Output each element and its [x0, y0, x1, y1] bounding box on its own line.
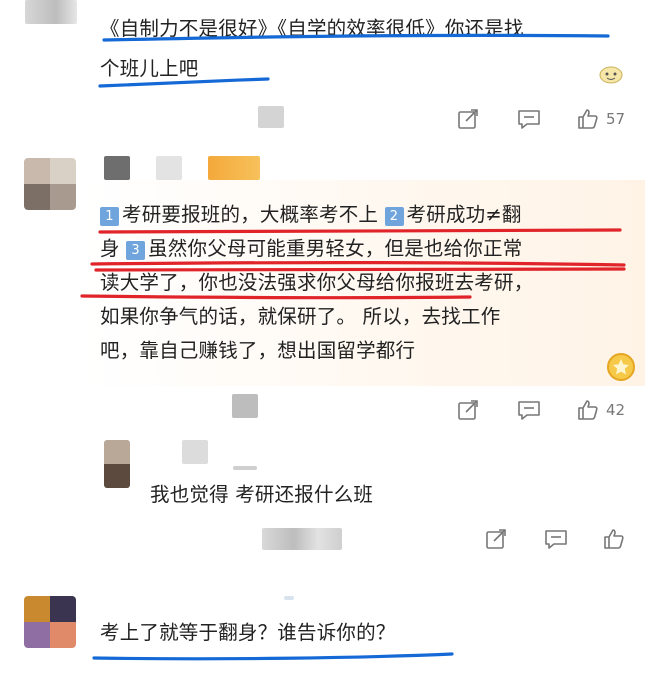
- reply-button[interactable]: [517, 399, 541, 421]
- share-icon: [458, 400, 478, 420]
- blurred-username: [232, 394, 258, 418]
- blurred-username: [182, 440, 208, 464]
- comment-icon: [518, 401, 540, 420]
- comment-icon: [545, 530, 567, 549]
- blurred-username: [233, 466, 257, 470]
- thumbs-up-icon: [578, 400, 598, 420]
- share-icon: [486, 529, 506, 549]
- share-button[interactable]: [485, 528, 507, 550]
- like-button[interactable]: 42: [576, 398, 625, 422]
- award-badge-icon: [606, 352, 636, 386]
- thumbs-up-icon: [604, 529, 624, 549]
- comment-3-text: 我也觉得 考研还报什么班: [150, 483, 374, 506]
- blurred-username: [262, 528, 342, 550]
- blue-underline-annotation: [92, 652, 454, 661]
- share-button[interactable]: [457, 399, 479, 421]
- like-count: 42: [606, 401, 626, 419]
- like-button[interactable]: [602, 527, 626, 551]
- red-underline-annotation: [80, 228, 626, 300]
- reply-button[interactable]: [544, 528, 568, 550]
- avatar[interactable]: [104, 440, 130, 488]
